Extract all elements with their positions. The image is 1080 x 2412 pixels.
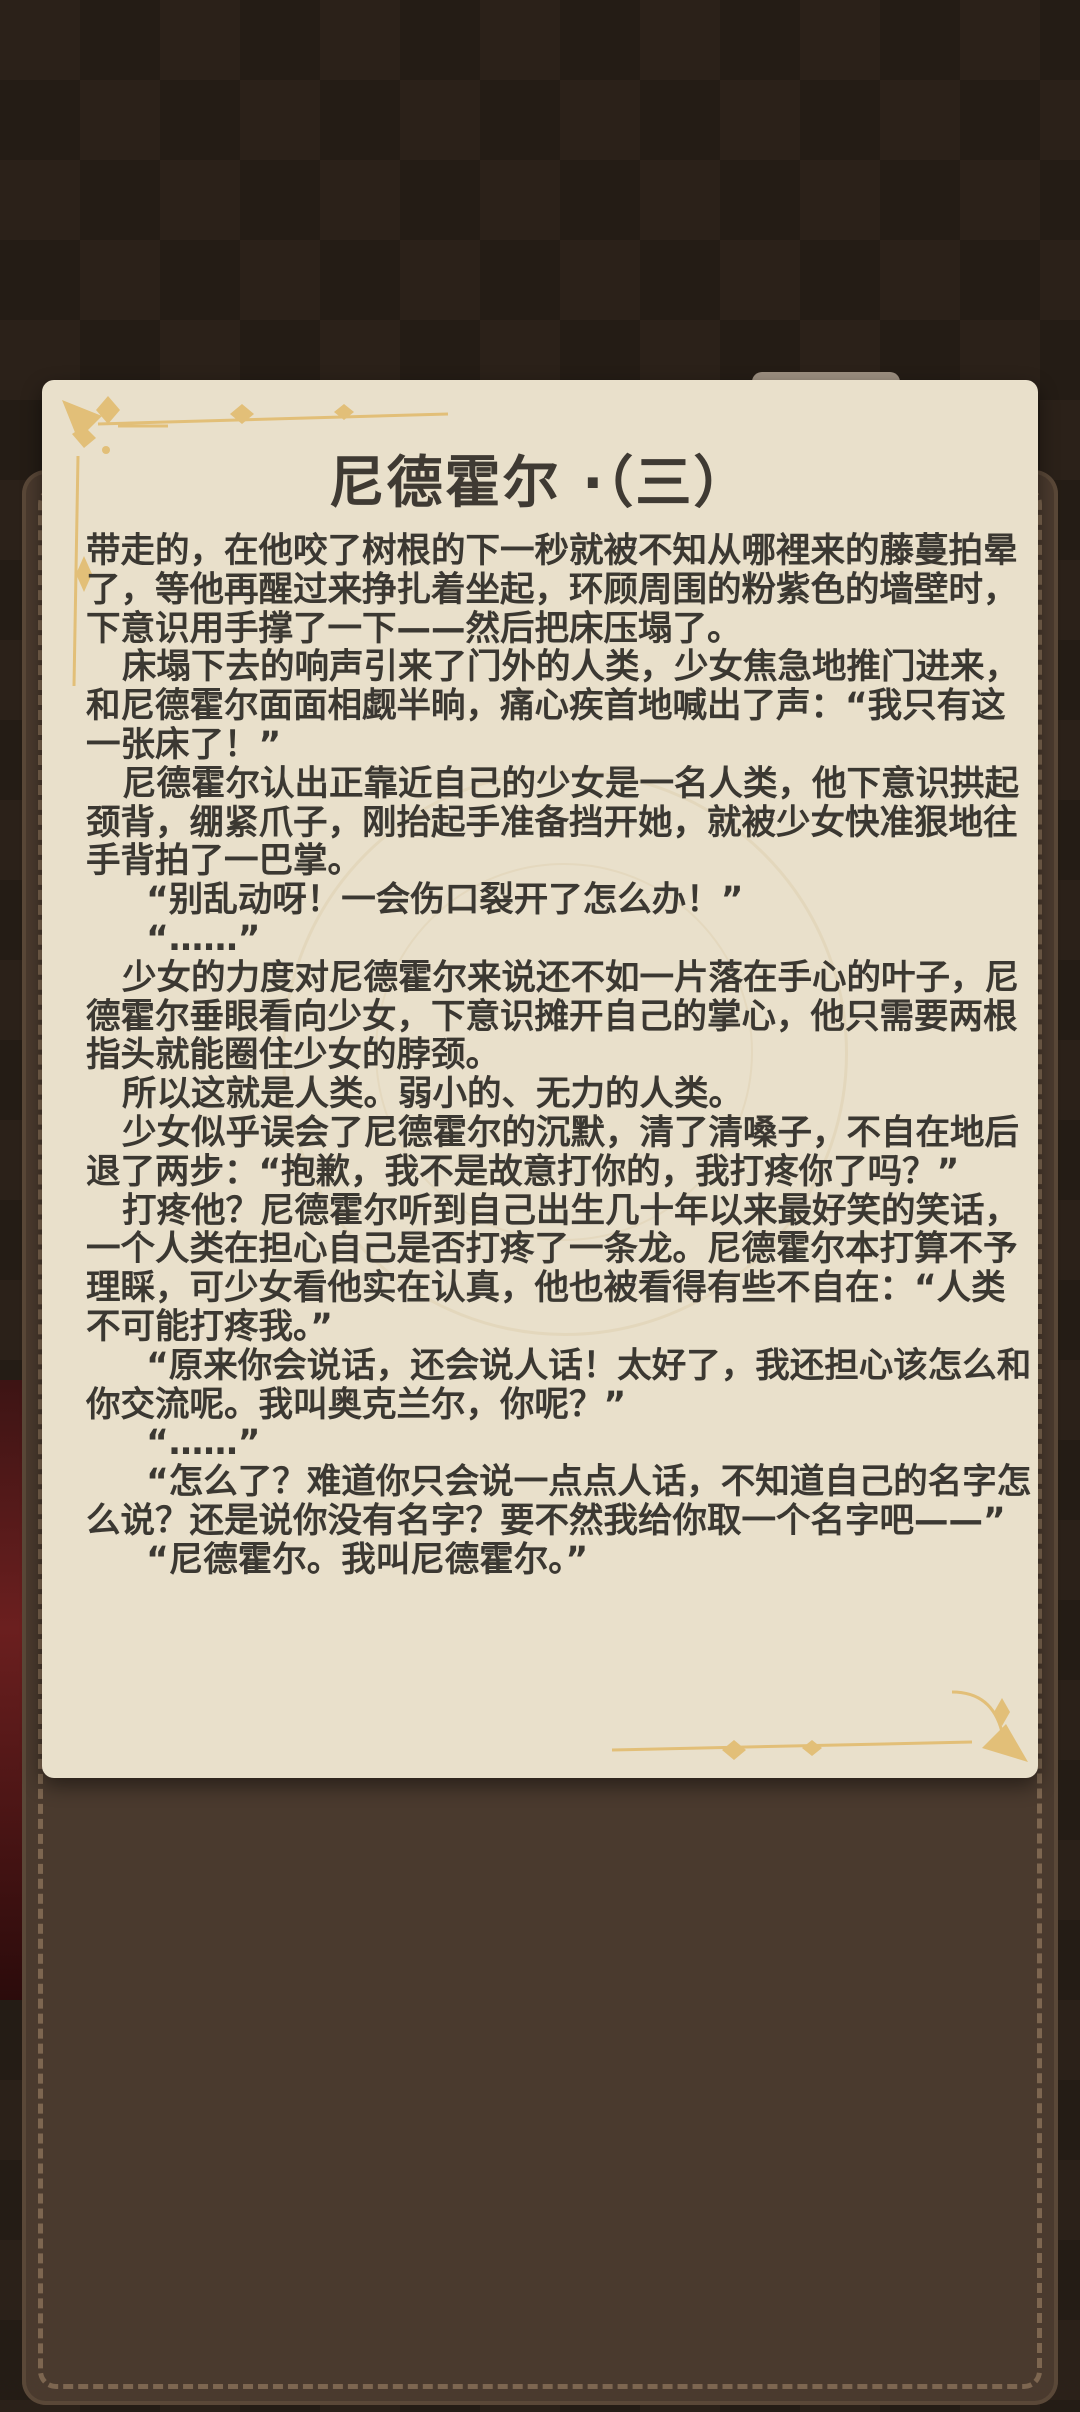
paragraph: “别乱动呀！一会伤口裂开了怎么办！” — [86, 880, 744, 921]
paragraph: 少女似乎误会了尼德霍尔的沉默，清了清嗓子，不自在地后退了两步：“抱歉，我不是故意… — [86, 1112, 1020, 1192]
gold-star-flourish-icon — [611, 1690, 1028, 1762]
paragraph: 少女的力度对尼德霍尔来说还不如一片落在手心的叶子，尼德霍尔垂眼看向少女，下意识摊… — [86, 957, 1020, 1076]
chapter-body[interactable]: 带走的，在他咬了树根的下一秒就被不知从哪裡来的藤蔓拍晕了，等他再醒过来挣扎着坐起… — [86, 532, 1036, 1580]
paragraph: “原来你会说话，还会说人话！太好了，我还担心该怎么和你交流呢。我叫奥克兰尔，你呢… — [86, 1345, 1032, 1425]
story-page[interactable]: 尼德霍尔 ·（三） 带走的，在他咬了树根的下一秒就被不知从哪裡来的藤蔓拍晕了，等… — [42, 380, 1038, 1778]
paragraph: 尼德霍尔认出正靠近自己的少女是一名人类，他下意识拱起颈背，绷紧爪子，刚抬起手准备… — [86, 763, 1020, 882]
paragraph: 带走的，在他咬了树根的下一秒就被不知从哪裡来的藤蔓拍晕了，等他再醒过来挣扎着坐起… — [86, 531, 1018, 649]
paragraph: “尼德霍尔。我叫尼德霍尔。” — [86, 1539, 589, 1580]
paragraph: “怎么了？难道你只会说一点点人话，不知道自己的名字怎么说？还是说你没有名字？要不… — [86, 1462, 1032, 1541]
paragraph: 床塌下去的响声引来了门外的人类，少女焦急地推门进来，和尼德霍尔面面相觑半晌，痛心… — [86, 647, 1020, 765]
paragraph: 打疼他？尼德霍尔听到自己出生几十年以来最好笑的笑话，一个人类在担心自己是否打疼了… — [86, 1190, 1020, 1347]
paragraph: “……” — [86, 918, 261, 959]
chapter-title: 尼德霍尔 ·（三） — [328, 451, 752, 516]
paragraph: “……” — [86, 1423, 261, 1464]
paragraph: 所以这就是人类。弱小的、无力的人类。 — [86, 1074, 744, 1115]
character-art-edge — [0, 1380, 24, 2000]
